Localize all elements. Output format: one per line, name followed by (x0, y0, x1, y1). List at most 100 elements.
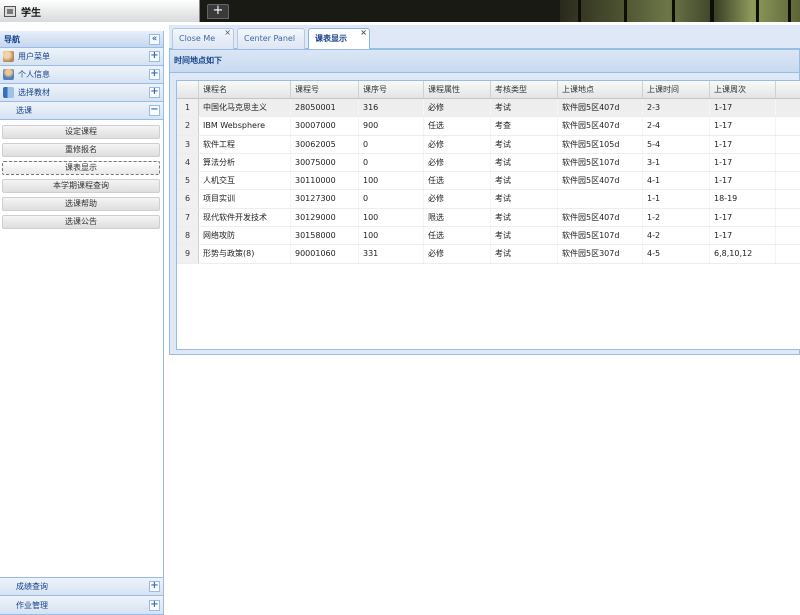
cell-time: 1-2 (643, 208, 710, 227)
add-tab-button[interactable]: + (207, 4, 229, 19)
nav-title: 导航 (4, 34, 20, 44)
cell-attribute: 必修 (424, 245, 491, 263)
menu-item-retake-signup[interactable]: 重修报名 (2, 143, 160, 157)
cell-attribute: 必修 (424, 135, 491, 153)
cell-attribute: 限选 (424, 208, 491, 227)
cell-time: 5-4 (643, 135, 710, 153)
table-row[interactable]: 1 中国化马克思主义 28050001 316 必修 考试 软件园5区407d 2-3 1-17 (177, 99, 800, 118)
table-row[interactable]: 6 项目实训 30127300 0 必修 考试 1-1 18-19 (177, 190, 800, 209)
expand-icon[interactable]: + (149, 87, 160, 98)
tab-label: 课表显示 (315, 34, 347, 43)
cell-time: 1-1 (643, 190, 710, 208)
column-header-time[interactable]: 上课时间 (643, 81, 710, 98)
row-number: 6 (177, 190, 199, 208)
nav-section-homework[interactable]: 作业管理 + (0, 596, 163, 615)
tab-strip: Close Me × Center Panel 课表显示 × (169, 25, 800, 50)
cell-course-name: IBM Websphere (199, 117, 291, 135)
expand-icon[interactable]: + (149, 51, 160, 62)
cell-section: 0 (359, 190, 424, 208)
nav-section-label: 选课 (16, 106, 32, 115)
collapse-nav-button[interactable]: « (149, 33, 160, 45)
cell-weeks: 1-17 (710, 227, 776, 245)
nav-section-grades[interactable]: 成绩查询 + (0, 577, 163, 596)
menu-item-show-timetable[interactable]: 课表显示 (2, 161, 160, 175)
cell-location: 软件园5区107d (558, 227, 643, 245)
cell-exam-type: 考查 (491, 117, 558, 135)
column-header-course-id[interactable]: 课程号 (291, 81, 359, 98)
cell-section: 100 (359, 227, 424, 245)
menu-item-selection-notice[interactable]: 选课公告 (2, 215, 160, 229)
column-header-attribute[interactable]: 课程属性 (424, 81, 491, 98)
main-empty-area (169, 356, 800, 615)
collapse-icon[interactable]: − (149, 105, 160, 116)
timetable-grid: 课程名 课程号 课序号 课程属性 考核类型 上课地点 上课时间 上课周次 1 中国… (176, 80, 800, 350)
cell-course-name: 人机交互 (199, 172, 291, 190)
cell-location: 软件园5区407d (558, 172, 643, 190)
cell-exam-type: 考试 (491, 172, 558, 190)
nav-section-label: 个人信息 (18, 70, 50, 79)
tab-timetable[interactable]: 课表显示 × (308, 28, 370, 50)
row-number: 1 (177, 99, 199, 117)
expand-icon[interactable]: + (149, 69, 160, 80)
column-header-location[interactable]: 上课地点 (558, 81, 643, 98)
nav-section-personal-info[interactable]: 个人信息 + (0, 66, 163, 84)
row-number: 3 (177, 135, 199, 153)
table-row[interactable]: 2 IBM Websphere 30007000 900 任选 考查 软件园5区407d 2-… (177, 117, 800, 136)
cell-exam-type: 考试 (491, 135, 558, 153)
table-row[interactable]: 9 形势与政策(8) 90001060 331 必修 考试 软件园5区307d 4-5 6,8,… (177, 245, 800, 264)
cell-course-name: 项目实训 (199, 190, 291, 208)
cell-exam-type: 考试 (491, 153, 558, 172)
cell-weeks: 1-17 (710, 99, 776, 117)
app-tab[interactable]: 学生 (0, 0, 200, 22)
column-header-course-name[interactable]: 课程名 (199, 81, 291, 98)
close-icon[interactable]: × (360, 23, 367, 43)
row-number: 7 (177, 208, 199, 227)
cell-course-id: 30158000 (291, 227, 359, 245)
cell-time: 2-3 (643, 99, 710, 117)
cell-section: 100 (359, 208, 424, 227)
cell-course-id: 30007000 (291, 117, 359, 135)
table-row[interactable]: 8 网络攻防 30158000 100 任选 考试 软件园5区107d 4-2 1-17 (177, 227, 800, 246)
cell-attribute: 任选 (424, 227, 491, 245)
course-selection-menu: 设定课程 重修报名 课表显示 本学期课程查询 选课帮助 选课公告 (0, 120, 163, 229)
nav-section-textbook[interactable]: 选择教材 + (0, 84, 163, 102)
cell-weeks: 18-19 (710, 190, 776, 208)
menu-item-semester-courses[interactable]: 本学期课程查询 (2, 179, 160, 193)
cell-location: 软件园5区407d (558, 208, 643, 227)
table-row[interactable]: 4 算法分析 30075000 0 必修 考试 软件园5区107d 3-1 1-17 (177, 153, 800, 173)
close-icon[interactable]: × (224, 23, 231, 43)
nav-header: 导航 « (0, 31, 163, 48)
table-row[interactable]: 3 软件工程 30062005 0 必修 考试 软件园5区105d 5-4 1-17 (177, 135, 800, 154)
table-row[interactable]: 7 现代软件开发技术 30129000 100 限选 考试 软件园5区407d 1-2 1-17 (177, 208, 800, 228)
cell-weeks: 6,8,10,12 (710, 245, 776, 263)
cell-course-name: 现代软件开发技术 (199, 208, 291, 227)
cell-course-name: 形势与政策(8) (199, 245, 291, 263)
app-title: 学生 (21, 7, 41, 19)
tab-label: Close Me (179, 34, 216, 43)
cell-course-id: 30127300 (291, 190, 359, 208)
table-row[interactable]: 5 人机交互 30110000 100 任选 考试 软件园5区407d 4-1 1-17 (177, 172, 800, 191)
expand-icon[interactable]: + (149, 599, 160, 611)
column-header-weeks[interactable]: 上课周次 (710, 81, 776, 98)
menu-item-set-course[interactable]: 设定课程 (2, 125, 160, 139)
expand-icon[interactable]: + (149, 581, 160, 592)
nav-section-label: 选择教材 (18, 88, 50, 97)
timetable-panel: 时间地点如下 课程名 课程号 课序号 课程属性 考核类型 上课地点 上课时间 上… (169, 49, 800, 355)
cell-section: 331 (359, 245, 424, 263)
nav-section-course-selection[interactable]: 选课 − (0, 102, 163, 120)
column-header-section[interactable]: 课序号 (359, 81, 424, 98)
cell-time: 4-5 (643, 245, 710, 263)
cell-course-id: 28050001 (291, 99, 359, 117)
panel-title: 时间地点如下 (170, 50, 799, 73)
tab-center-panel[interactable]: Center Panel (237, 28, 305, 49)
menu-item-selection-help[interactable]: 选课帮助 (2, 197, 160, 211)
user-group-icon (3, 51, 14, 62)
column-header-exam-type[interactable]: 考核类型 (491, 81, 558, 98)
tab-close-me[interactable]: Close Me × (172, 28, 234, 49)
cell-attribute: 必修 (424, 153, 491, 172)
grid-header-row: 课程名 课程号 课序号 课程属性 考核类型 上课地点 上课时间 上课周次 (177, 81, 800, 99)
nav-section-user-menu[interactable]: 用户菜单 + (0, 48, 163, 66)
nav-section-label: 作业管理 (16, 600, 48, 610)
cell-course-name: 网络攻防 (199, 227, 291, 245)
cell-time: 3-1 (643, 153, 710, 172)
